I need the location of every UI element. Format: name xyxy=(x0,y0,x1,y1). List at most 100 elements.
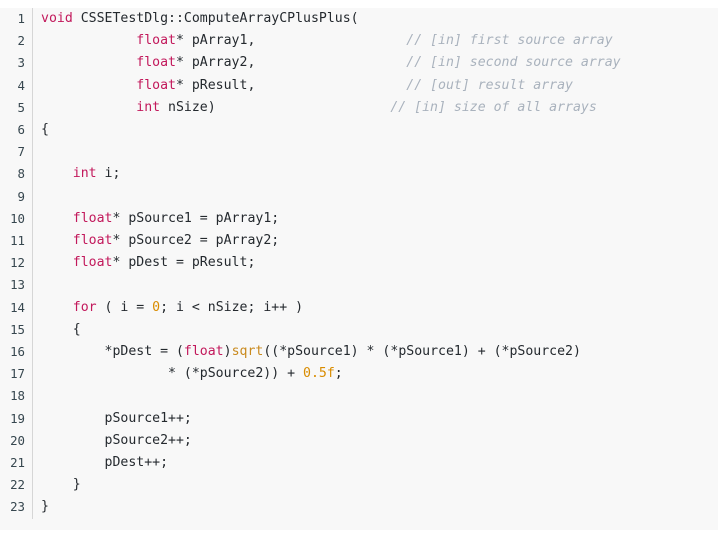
code-line: 11 float* pSource2 = pArray2; xyxy=(0,230,718,253)
code-line: 15 { xyxy=(0,318,718,342)
line-number: 21 xyxy=(0,452,33,475)
line-number: 3 xyxy=(0,52,33,75)
code-token-plain: { xyxy=(41,122,49,138)
code-line: 9 xyxy=(0,185,718,208)
code-line: 6{ xyxy=(0,119,718,142)
code-line-content[interactable] xyxy=(32,274,718,297)
line-number: 15 xyxy=(0,318,33,342)
code-token-fn: sqrt xyxy=(231,344,264,360)
code-token-kw: int xyxy=(136,99,161,115)
code-token-cmt: // [in] first source array xyxy=(406,33,613,49)
code-token-kw: float xyxy=(136,55,176,71)
code-line-content[interactable]: float* pSource2 = pArray2; xyxy=(32,230,718,253)
code-line-content[interactable]: pSource2++; xyxy=(32,429,718,453)
code-token-plain: * pSource1 = pArray1; xyxy=(112,210,280,226)
code-line: 13 xyxy=(0,274,718,297)
code-line-content[interactable]: } xyxy=(32,474,718,497)
code-line-content[interactable]: float* pArray2, // [in] second source ar… xyxy=(32,52,718,75)
line-number: 2 xyxy=(0,30,33,53)
code-token-plain: ; xyxy=(334,366,343,382)
code-line: 19 pSource1++; xyxy=(0,407,718,430)
code-token-plain: nSize) xyxy=(160,99,216,115)
line-number: 4 xyxy=(0,74,33,97)
code-token-plain: pSource2++; xyxy=(41,432,192,448)
code-line: 3 float* pArray2, // [in] second source … xyxy=(0,52,718,75)
code-line-content[interactable] xyxy=(32,185,718,208)
code-token-plain: * pArray2, xyxy=(175,55,256,71)
code-token-plain: pDest++; xyxy=(41,455,169,471)
code-line: 7 xyxy=(0,141,718,164)
code-token-kw: for xyxy=(72,299,97,315)
code-token-kw: float xyxy=(72,210,113,226)
code-block[interactable]: 1 void CSSETestDlg::ComputeArrayCPlusPlus… xyxy=(0,8,718,530)
line-number: 8 xyxy=(0,163,33,186)
line-number: 9 xyxy=(0,185,33,208)
code-line-content[interactable]: void CSSETestDlg::ComputeArrayCPlusPlus( xyxy=(32,8,718,31)
code-listing-body: 1 void CSSETestDlg::ComputeArrayCPlusPlus… xyxy=(0,8,718,519)
code-line: 2 float* pArray1, // [in] first source a… xyxy=(0,30,718,53)
code-token-plain: } xyxy=(41,499,49,515)
code-line: 10 float* pSource1 = pArray1; xyxy=(0,207,718,231)
code-line: 20 pSource2++; xyxy=(0,429,718,453)
line-number: 19 xyxy=(0,407,33,430)
line-number: 16 xyxy=(0,341,33,364)
code-line-content[interactable]: for ( i = 0; i < nSize; i++ ) xyxy=(32,296,718,319)
code-line-content[interactable]: { xyxy=(32,318,718,342)
code-line: 21 pDest++; xyxy=(0,452,718,475)
line-number: 1 xyxy=(0,8,33,31)
code-token-num: 0 xyxy=(152,299,161,315)
code-line-content[interactable]: { xyxy=(32,119,718,142)
code-token-plain: * pArray1, xyxy=(175,33,256,49)
code-line: 12 float* pDest = pResult; xyxy=(0,252,718,275)
code-line-content[interactable]: int i; xyxy=(32,163,718,186)
code-line-content[interactable]: float* pArray1, // [in] first source arr… xyxy=(32,30,718,53)
code-line: 17 * (*pSource2)) + 0.5f; xyxy=(0,363,718,386)
code-line: 4 float* pResult, // [out] result array xyxy=(0,74,718,97)
code-line-content[interactable]: int nSize) // [in] size of all arrays xyxy=(32,96,718,120)
line-number: 12 xyxy=(0,252,33,275)
code-token-cmt: // [in] size of all arrays xyxy=(390,99,597,115)
line-number: 11 xyxy=(0,230,33,253)
code-line-content[interactable]: pDest++; xyxy=(32,452,718,475)
code-line: 23} xyxy=(0,496,718,519)
code-line-content[interactable] xyxy=(32,385,718,408)
line-number: 6 xyxy=(0,119,33,142)
code-token-plain: ; i < nSize; i++ ) xyxy=(160,299,304,315)
code-line-content[interactable]: * (*pSource2)) + 0.5f; xyxy=(32,363,718,386)
code-line: 22 } xyxy=(0,474,718,497)
code-token-plain: pSource1++; xyxy=(41,410,192,426)
code-token-plain: * (*pSource2)) + xyxy=(41,366,304,382)
code-token-plain: ) xyxy=(223,344,232,360)
code-line: 8 int i; xyxy=(0,163,718,186)
line-number: 22 xyxy=(0,474,33,497)
code-line-content[interactable]: float* pSource1 = pArray1; xyxy=(32,207,718,231)
code-line-content[interactable] xyxy=(32,141,718,164)
line-number: 23 xyxy=(0,496,33,519)
code-line-content[interactable]: pSource1++; xyxy=(32,407,718,430)
code-token-num: 0.5f xyxy=(303,366,335,382)
code-line-content[interactable]: } xyxy=(32,496,718,519)
code-token-kw: float xyxy=(136,77,176,93)
code-line: 1 void CSSETestDlg::ComputeArrayCPlusPlus… xyxy=(0,8,718,31)
code-line: 5 int nSize) // [in] size of all arrays xyxy=(0,96,718,120)
code-token-plain: ( i = xyxy=(96,299,153,315)
code-line-content[interactable]: float* pResult, // [out] result array xyxy=(32,74,718,97)
line-number: 10 xyxy=(0,207,33,231)
code-token-kw: float xyxy=(72,233,113,249)
code-line-content[interactable]: *pDest = (float)sqrt((*pSource1) * (*pSo… xyxy=(32,341,718,364)
code-token-plain: * pResult, xyxy=(175,77,256,93)
code-token-kw: float xyxy=(183,344,224,360)
line-number: 17 xyxy=(0,363,33,386)
code-listing-table: 1 void CSSETestDlg::ComputeArrayCPlusPlus… xyxy=(0,8,718,519)
code-line-content[interactable]: float* pDest = pResult; xyxy=(32,252,718,275)
